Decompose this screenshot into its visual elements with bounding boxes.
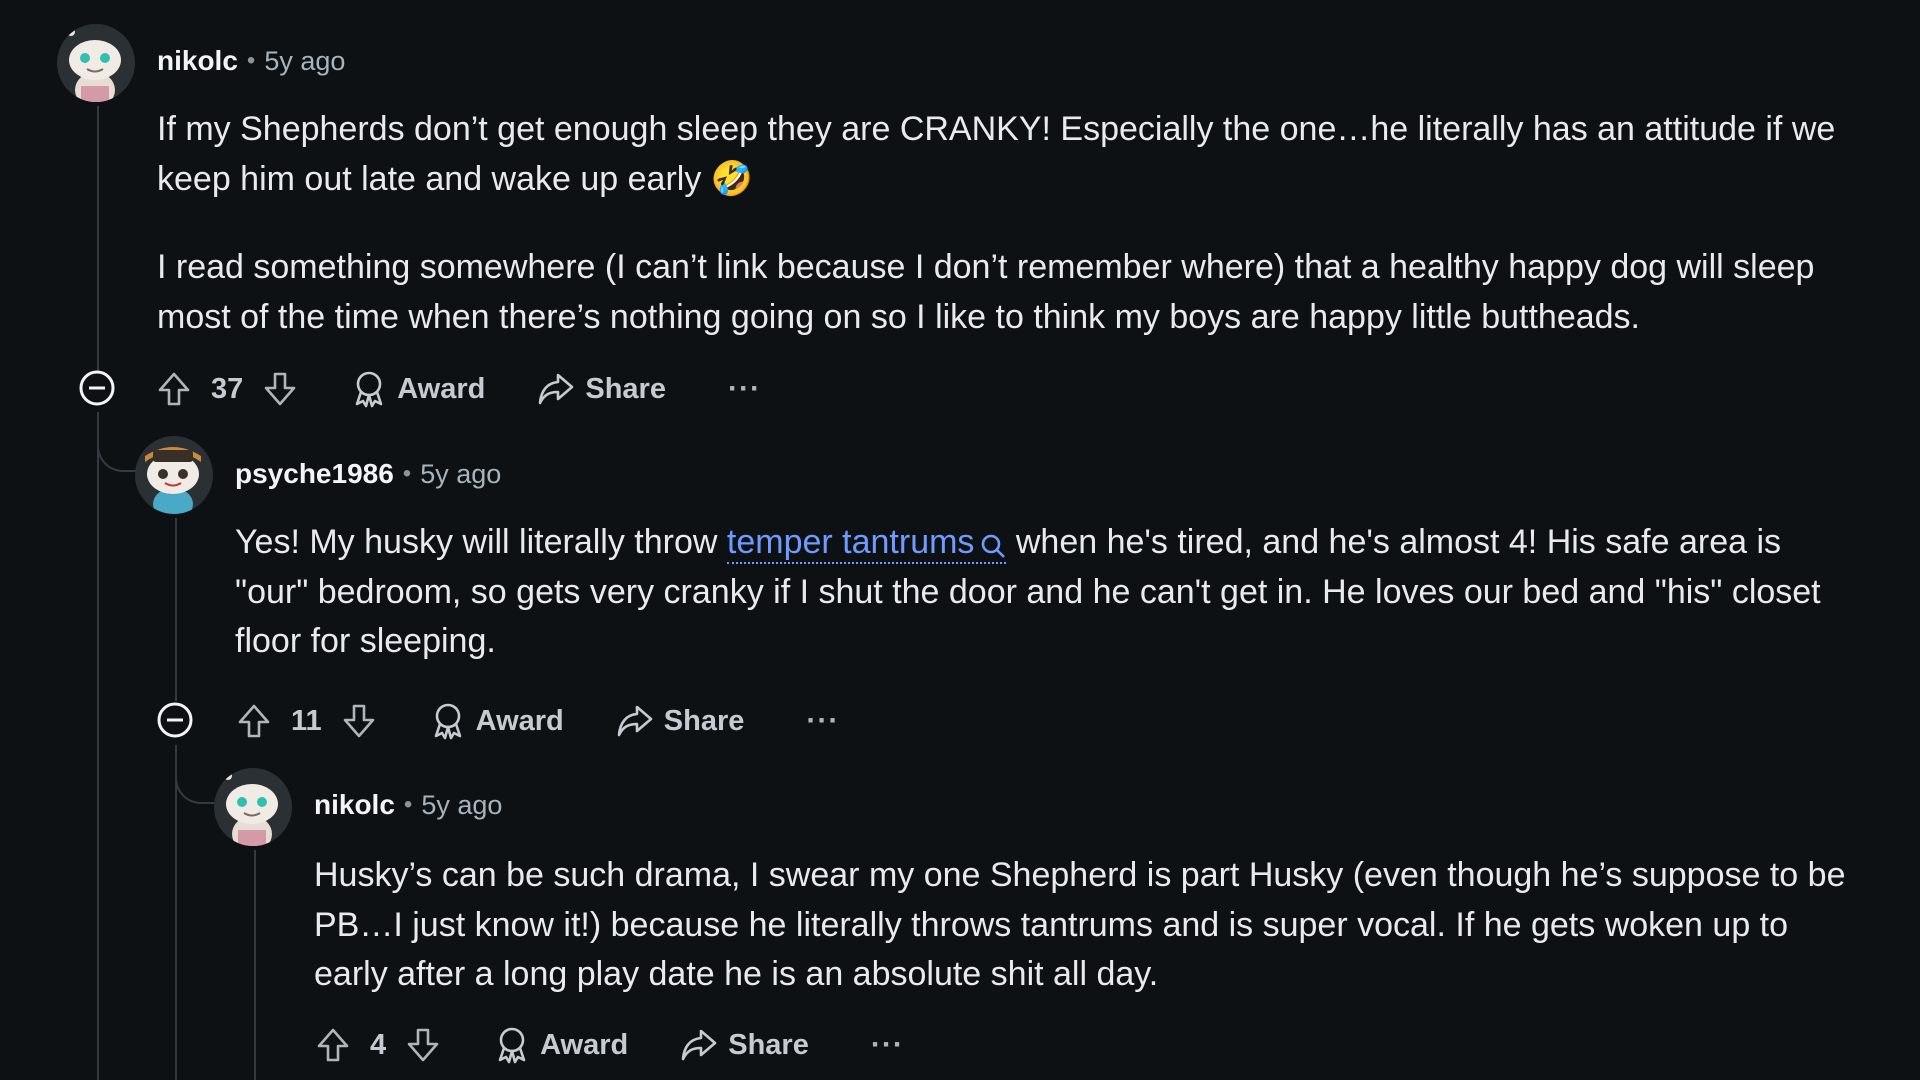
snoo-avatar-icon — [57, 24, 135, 102]
comment-paragraph: Husky’s can be such drama, I swear my on… — [314, 856, 1846, 993]
thread-connector — [175, 752, 215, 804]
snoo-avatar-icon — [135, 436, 213, 514]
author-name[interactable]: nikolc — [314, 789, 395, 821]
vote-score: 4 — [370, 1028, 387, 1061]
thread-connector — [97, 420, 137, 472]
vote-score: 11 — [291, 704, 322, 737]
minus-circle-icon — [79, 370, 115, 406]
award-button[interactable]: Award — [430, 702, 564, 740]
comment-paragraph: Yes! My husky will literally throw tempe… — [235, 518, 1857, 667]
search-icon — [982, 534, 1006, 558]
upvote-button[interactable] — [314, 1026, 352, 1064]
more-options-button[interactable]: ··· — [728, 372, 761, 406]
downvote-arrow-icon — [407, 1028, 439, 1062]
collapse-button[interactable] — [77, 368, 117, 408]
comment-meta: psyche1986 • 5y ago — [235, 455, 501, 493]
downvote-button[interactable] — [261, 370, 299, 408]
downvote-arrow-icon — [264, 372, 296, 406]
share-button[interactable]: Share — [537, 371, 666, 407]
share-icon — [539, 373, 574, 405]
award-label: Award — [475, 704, 564, 737]
comment-actions: 4 Award Share ··· — [314, 1023, 904, 1067]
minus-circle-icon — [157, 702, 193, 738]
comment-paragraph: If my Shepherds don’t get enough sleep t… — [157, 105, 1857, 204]
paragraph-text: Yes! My husky will literally throw — [235, 523, 727, 561]
share-label: Share — [728, 1028, 809, 1061]
meta-separator: • — [246, 47, 256, 74]
award-label: Award — [540, 1028, 629, 1061]
share-icon — [617, 705, 653, 737]
share-icon — [681, 1029, 717, 1061]
award-icon — [498, 1027, 526, 1064]
award-button[interactable]: Award — [351, 370, 485, 408]
comment-actions: 37 Award Share ··· — [155, 367, 761, 411]
upvote-arrow-icon — [317, 1028, 349, 1062]
collapse-button[interactable] — [155, 700, 195, 740]
thread-line[interactable] — [175, 745, 177, 1080]
thread-line[interactable] — [175, 518, 177, 701]
avatar[interactable] — [57, 24, 135, 102]
comment-body: If my Shepherds don’t get enough sleep t… — [157, 105, 1857, 342]
downvote-button[interactable] — [340, 702, 378, 740]
comment-body: Husky’s can be such drama, I swear my on… — [314, 851, 1857, 1000]
author-name[interactable]: nikolc — [157, 45, 238, 77]
share-label: Share — [585, 372, 666, 405]
upvote-arrow-icon — [238, 704, 270, 738]
vote-score: 37 — [211, 372, 244, 405]
upvote-arrow-icon — [158, 372, 190, 406]
upvote-button[interactable] — [155, 370, 193, 408]
meta-separator: • — [403, 791, 413, 818]
thread-line[interactable] — [254, 850, 256, 1080]
award-label: Award — [397, 372, 486, 405]
upvote-button[interactable] — [235, 702, 273, 740]
comment-body: Yes! My husky will literally throw tempe… — [235, 518, 1857, 667]
share-button[interactable]: Share — [616, 703, 745, 739]
comment-thread: nikolc • 5y ago If my Shepherds don’t ge… — [0, 0, 1920, 1080]
author-name[interactable]: psyche1986 — [235, 458, 394, 490]
more-options-button[interactable]: ··· — [806, 704, 839, 738]
snoo-avatar-icon — [214, 768, 292, 846]
avatar[interactable] — [214, 768, 292, 846]
avatar[interactable] — [135, 436, 213, 514]
comment-meta: nikolc • 5y ago — [314, 786, 502, 824]
award-icon — [355, 371, 383, 408]
search-link[interactable]: temper tantrums — [726, 523, 1007, 564]
award-button[interactable]: Award — [494, 1026, 628, 1064]
timestamp[interactable]: 5y ago — [421, 790, 502, 821]
thread-line[interactable] — [97, 106, 99, 373]
thread-line[interactable] — [97, 412, 99, 1080]
more-options-button[interactable]: ··· — [871, 1028, 904, 1062]
share-label: Share — [663, 704, 745, 737]
rofl-emoji-icon: 🤣 — [710, 159, 754, 198]
paragraph-text: If my Shepherds don’t get enough sleep t… — [157, 110, 1836, 198]
timestamp[interactable]: 5y ago — [264, 46, 345, 77]
share-button[interactable]: Share — [680, 1027, 809, 1063]
downvote-button[interactable] — [404, 1026, 442, 1064]
search-link-text: temper tantrums — [726, 523, 975, 561]
comment-actions: 11 Award Share ··· — [235, 699, 839, 743]
downvote-arrow-icon — [343, 704, 374, 738]
comment-meta: nikolc • 5y ago — [157, 42, 345, 80]
meta-separator: • — [402, 460, 412, 487]
timestamp[interactable]: 5y ago — [420, 459, 501, 490]
comment-paragraph: I read something somewhere (I can’t link… — [157, 248, 1815, 336]
award-icon — [434, 703, 461, 740]
